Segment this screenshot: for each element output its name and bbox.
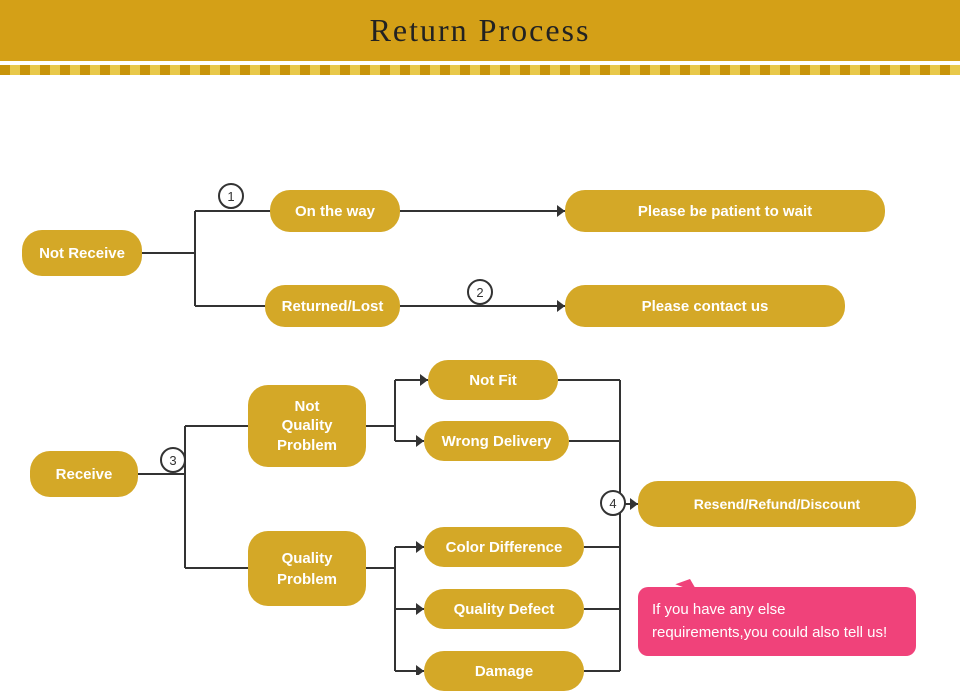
wrong-delivery-node: Wrong Delivery: [424, 421, 569, 461]
not-quality-problem-node: Not Quality Problem: [248, 385, 366, 467]
speech-bubble: If you have any else requirements,you co…: [638, 587, 916, 656]
on-the-way-node: On the way: [270, 190, 400, 232]
page-title: Return Process: [0, 12, 960, 49]
please-wait-node: Please be patient to wait: [565, 190, 885, 232]
header: Return Process: [0, 0, 960, 61]
color-difference-node: Color Difference: [424, 527, 584, 567]
resend-node: Resend/Refund/Discount: [638, 481, 916, 527]
returned-lost-node: Returned/Lost: [265, 285, 400, 327]
quality-defect-node: Quality Defect: [424, 589, 584, 629]
please-contact-node: Please contact us: [565, 285, 845, 327]
not-fit-node: Not Fit: [428, 360, 558, 400]
damage-node: Damage: [424, 651, 584, 691]
content-area: Not Receive On the way Returned/Lost Ple…: [0, 75, 960, 675]
badge-1: 1: [218, 183, 244, 209]
badge-2: 2: [467, 279, 493, 305]
badge-4: 4: [600, 490, 626, 516]
badge-3: 3: [160, 447, 186, 473]
header-border: [0, 65, 960, 75]
not-receive-node: Not Receive: [22, 230, 142, 276]
receive-node: Receive: [30, 451, 138, 497]
quality-problem-node: Quality Problem: [248, 531, 366, 606]
